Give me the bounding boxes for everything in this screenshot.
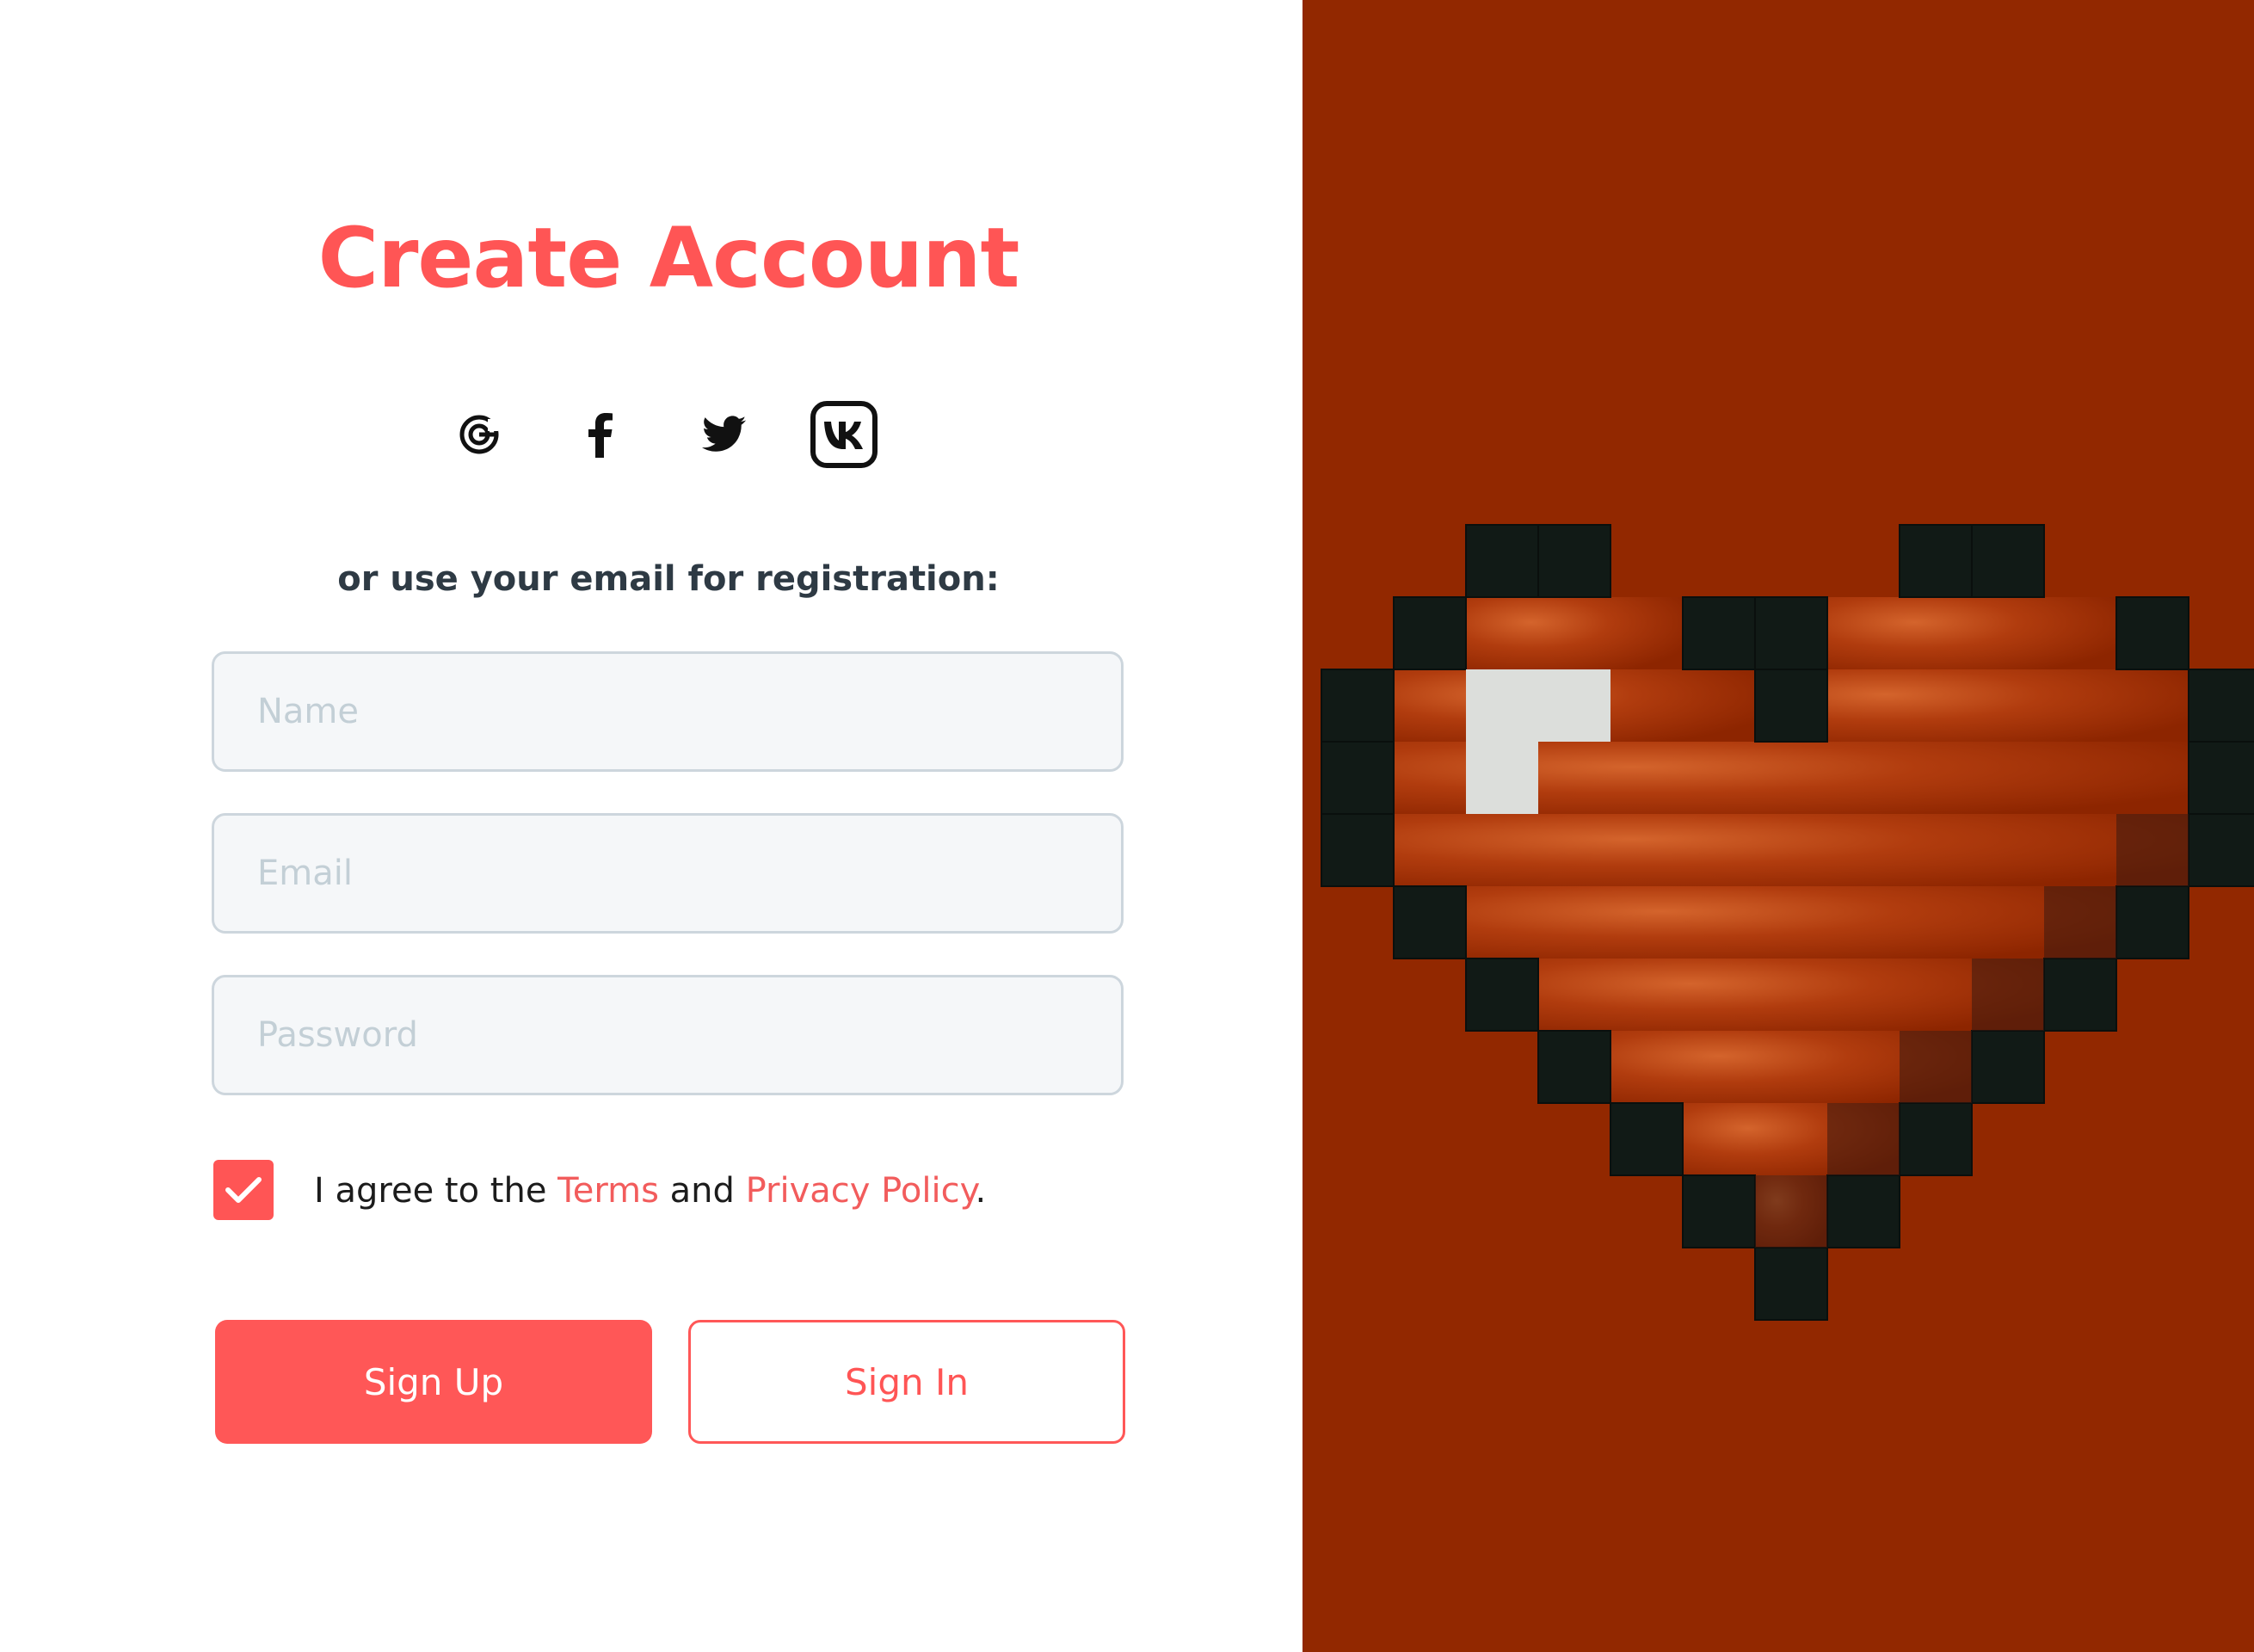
pixel-heart-image	[1321, 524, 2254, 1321]
twitter-icon	[702, 416, 747, 452]
name-field[interactable]	[212, 651, 1124, 772]
terms-checkbox[interactable]	[213, 1160, 274, 1220]
registration-subtitle: or use your email for registration:	[337, 559, 1000, 599]
facebook-icon	[588, 413, 613, 458]
sign-in-button[interactable]: Sign In	[688, 1320, 1125, 1444]
password-field[interactable]	[212, 975, 1124, 1095]
google-icon	[459, 415, 499, 454]
vk-login-button[interactable]	[810, 400, 878, 469]
agree-middle: and	[658, 1171, 746, 1211]
page-title: Create Account	[317, 210, 1020, 306]
terms-agreement: I agree to the Terms and Privacy Policy.	[314, 1165, 986, 1217]
signup-page: Create Account or use your email for reg…	[0, 0, 2254, 1652]
facebook-login-button[interactable]	[566, 400, 635, 469]
terms-link[interactable]: Terms	[557, 1171, 659, 1211]
twitter-login-button[interactable]	[690, 400, 759, 469]
google-login-button[interactable]	[445, 400, 514, 469]
vk-icon	[810, 401, 878, 468]
checkmark-icon	[225, 1177, 262, 1203]
hero-panel	[1303, 0, 2254, 1652]
email-field[interactable]	[212, 813, 1124, 934]
privacy-policy-link[interactable]: Privacy Policy	[746, 1171, 976, 1211]
sign-up-button[interactable]: Sign Up	[215, 1320, 652, 1444]
agree-prefix: I agree to the	[314, 1171, 558, 1211]
form-panel: Create Account or use your email for reg…	[0, 0, 1303, 1652]
agree-suffix: .	[975, 1171, 987, 1211]
